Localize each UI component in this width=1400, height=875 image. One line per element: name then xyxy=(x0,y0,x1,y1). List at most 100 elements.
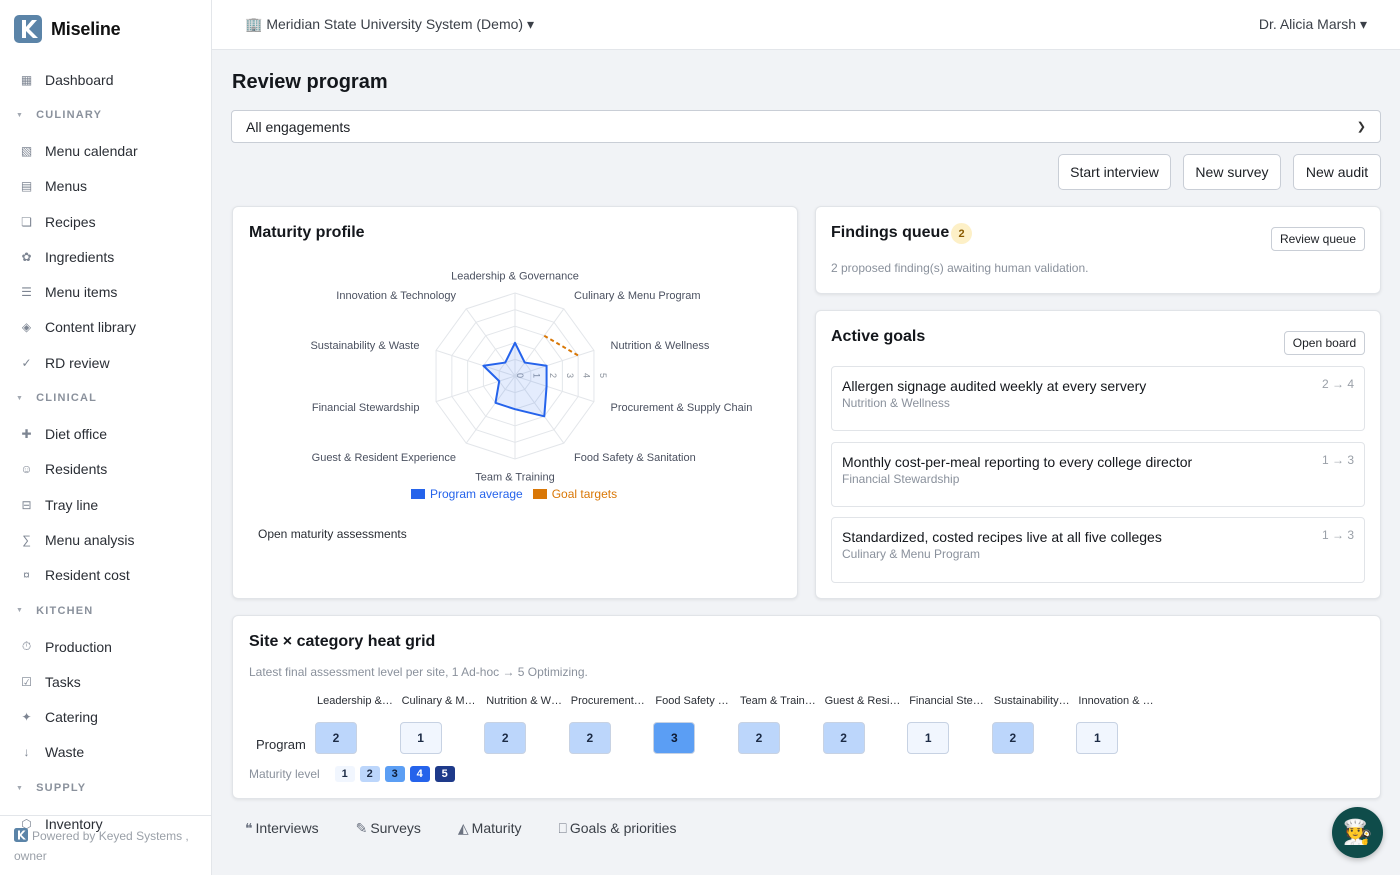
heat-cell[interactable]: 2 xyxy=(568,722,611,754)
nav-section-culinary[interactable]: ▼ CULINARY xyxy=(0,97,211,133)
maturity-radar-chart: 012345Leadership & GovernanceCulinary & … xyxy=(310,271,753,484)
tab-label: Goals & priorities xyxy=(569,820,677,836)
app-name: Miseline xyxy=(51,18,121,39)
heat-cell[interactable]: 3 xyxy=(653,722,696,754)
goal-item[interactable]: Monthly cost-per-meal reporting to every… xyxy=(831,442,1365,507)
sidebar-item-waste[interactable]: ↓ Waste xyxy=(0,735,211,770)
footer-role: owner xyxy=(14,849,47,863)
sidebar-item-resident-cost[interactable]: ¤ Resident cost xyxy=(0,558,211,593)
caret-down-icon: ▼ xyxy=(16,394,25,402)
surveys-icon: ✎ xyxy=(355,820,368,836)
nav-section-supply[interactable]: ▼ SUPPLY xyxy=(0,770,211,806)
goal-item[interactable]: Standardized, costed recipes live at all… xyxy=(831,517,1365,583)
caret-down-icon: ▼ xyxy=(16,784,25,792)
tab-label: Interviews xyxy=(255,820,319,836)
sidebar-item-menu-items[interactable]: ☰ Menu items xyxy=(0,274,211,309)
new-survey-button[interactable]: New survey xyxy=(1183,154,1281,190)
radar-tick-label: 4 xyxy=(581,373,591,378)
goal-level-range: 2 → 4 xyxy=(1321,377,1354,391)
brand[interactable]: Miseline xyxy=(0,0,211,58)
radar-axis-label: Procurement & Supply Chain xyxy=(611,402,753,414)
user-menu[interactable]: Dr. Alicia Marsh ▾ xyxy=(1259,16,1367,33)
engagement-select[interactable]: All engagements ❯ xyxy=(231,110,1381,143)
bottom-tabs: ❝ Interviews ✎ Surveys ◭ Maturity ⎕ Goals & pri… xyxy=(245,820,713,837)
sidebar-item-residents[interactable]: ☺ Residents xyxy=(0,452,211,487)
new-audit-button[interactable]: New audit xyxy=(1293,154,1381,190)
menu-analysis-icon: ∑ xyxy=(22,532,31,547)
sidebar-item-ingredients[interactable]: ✿ Ingredients xyxy=(0,239,211,274)
interviews-icon: ❝ xyxy=(245,820,253,836)
goal-title: Standardized, costed recipes live at all… xyxy=(842,529,1162,545)
nav-section-kitchen[interactable]: ▼ KITCHEN xyxy=(0,593,211,629)
org-switcher[interactable]: 🏢 Meridian State University System (Demo… xyxy=(245,16,534,33)
sidebar-item-label: Menus xyxy=(45,178,88,195)
sidebar-item-recipes[interactable]: ❏ Recipes xyxy=(0,204,211,239)
sidebar-item-menu-calendar[interactable]: ▧ Menu calendar xyxy=(0,133,211,168)
goal-item[interactable]: Allergen signage audited weekly at every… xyxy=(831,366,1365,431)
ingredients-icon: ✿ xyxy=(21,249,32,264)
findings-summary: 2 proposed finding(s) awaiting human val… xyxy=(831,261,1089,275)
scale-chip: 1 xyxy=(334,766,355,782)
tab-goals-and-priorities[interactable]: ⎕ Goals & priorities xyxy=(558,820,676,837)
scale-chip: 4 xyxy=(409,766,430,782)
findings-queue-title: Findings queue xyxy=(831,224,950,241)
sidebar-item-diet-office[interactable]: ✚ Diet office xyxy=(0,416,211,451)
start-interview-button[interactable]: Start interview xyxy=(1058,154,1171,190)
sidebar-item-catering[interactable]: ✦ Catering xyxy=(0,699,211,734)
sidebar-item-label: Residents xyxy=(45,461,108,478)
sidebar-nav: ▦ Dashboard ▼ CULINARY ▧ Menu calendar ▤ Menus ❏… xyxy=(0,58,211,841)
radar-axis-label: Innovation & Technology xyxy=(336,290,456,302)
sidebar-item-label: Recipes xyxy=(45,213,96,230)
scale-label: Maturity level xyxy=(249,767,320,781)
sidebar-item-dashboard[interactable]: ▦ Dashboard xyxy=(0,62,211,97)
heat-row-label: Program xyxy=(256,737,306,752)
sidebar-item-rd-review[interactable]: ✓ RD review xyxy=(0,345,211,380)
review-queue-button[interactable]: Review queue xyxy=(1271,227,1365,251)
heat-cell[interactable]: 1 xyxy=(399,722,442,754)
sidebar-item-tasks[interactable]: ☑ Tasks xyxy=(0,664,211,699)
radar-axis-label: Leadership & Governance xyxy=(451,271,579,283)
tab-interviews[interactable]: ❝ Interviews xyxy=(245,820,319,837)
sidebar-item-label: Catering xyxy=(45,709,98,726)
open-maturity-assessments-link[interactable]: Open maturity assessments xyxy=(258,527,407,541)
legend-label-goals: Goal targets xyxy=(551,487,618,501)
keyed-logo-icon xyxy=(14,828,28,842)
nav-section-clinical[interactable]: ▼ CLINICAL xyxy=(0,380,211,416)
tab-maturity[interactable]: ◭ Maturity xyxy=(458,820,522,837)
dashboard-icon: ▦ xyxy=(20,72,33,87)
tab-surveys[interactable]: ✎ Surveys xyxy=(356,820,421,837)
heat-column-header: Financial Ste… xyxy=(909,695,984,707)
sidebar-item-label: Tasks xyxy=(45,673,81,690)
page-title: Review program xyxy=(232,71,388,93)
heat-cell[interactable]: 1 xyxy=(1076,722,1119,754)
sidebar-item-production[interactable]: ⏱ Production xyxy=(0,629,211,664)
sidebar-item-label: Ingredients xyxy=(45,248,115,265)
sidebar-item-menus[interactable]: ▤ Menus xyxy=(0,169,211,204)
menus-icon: ▤ xyxy=(20,179,33,194)
sidebar-item-label: Menu items xyxy=(45,284,118,301)
sidebar-item-tray-line[interactable]: ⊟ Tray line xyxy=(0,487,211,522)
production-icon: ⏱ xyxy=(21,639,32,653)
heat-cell[interactable]: 2 xyxy=(738,722,780,754)
heat-cell[interactable]: 2 xyxy=(822,722,865,754)
scale-chip: 2 xyxy=(359,766,380,782)
legend-swatch-goals xyxy=(532,489,547,499)
heat-cell[interactable]: 2 xyxy=(991,722,1034,754)
sidebar-item-menu-analysis[interactable]: ∑ Menu analysis xyxy=(0,522,211,557)
sidebar-item-label: Diet office xyxy=(45,426,107,443)
scale-chip: 3 xyxy=(384,766,405,782)
sidebar-item-content-library[interactable]: ◈ Content library xyxy=(0,310,211,345)
radar-axis-label: Financial Stewardship xyxy=(312,402,420,414)
heat-cell[interactable]: 2 xyxy=(484,722,527,754)
catering-icon: ✦ xyxy=(21,710,32,725)
heat-cell[interactable]: 1 xyxy=(907,722,950,754)
heat-grid-title: Site × category heat grid xyxy=(249,633,436,650)
heat-column-header: Innovation & … xyxy=(1078,695,1154,707)
heat-column-header: Nutrition & W… xyxy=(486,695,562,707)
open-board-button[interactable]: Open board xyxy=(1284,331,1365,355)
goal-category: Financial Stewardship xyxy=(842,472,960,486)
chef-assistant-button[interactable]: 🧑‍🍳 xyxy=(1332,807,1383,858)
heat-cell[interactable]: 2 xyxy=(315,722,357,754)
radar-tick-label: 3 xyxy=(565,373,575,378)
series-program-average xyxy=(482,341,548,418)
